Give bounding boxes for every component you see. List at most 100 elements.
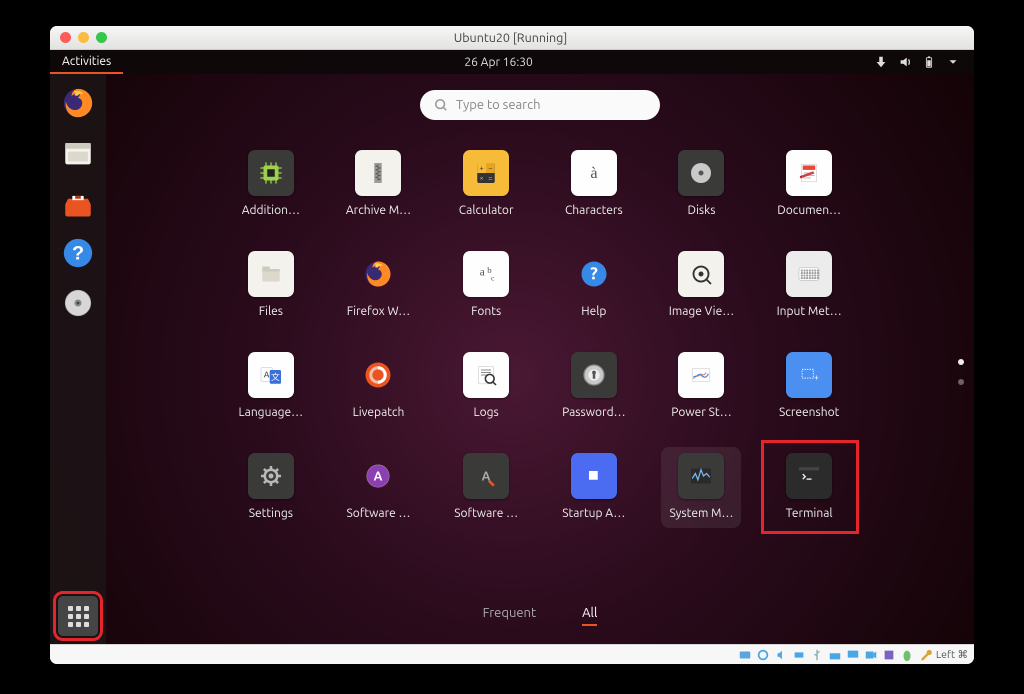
app-label: Archive M… (346, 204, 411, 217)
dock-help[interactable]: ? (57, 232, 99, 274)
app-icon (355, 150, 401, 196)
vb-mouse-icon[interactable] (900, 648, 914, 662)
app-software[interactable]: A Software … (338, 453, 418, 520)
app-language[interactable]: A文Language… (231, 352, 311, 419)
app-label: Characters (565, 204, 623, 217)
svg-text:+: + (814, 372, 819, 382)
app-icon (248, 150, 294, 196)
app-label: Screenshot (779, 406, 839, 419)
application-grid: Addition… Archive M… +−×=Calculator àCharac… (230, 150, 850, 520)
vb-key-icon[interactable] (918, 648, 932, 662)
app-password[interactable]: Password… (554, 352, 634, 419)
battery-icon (922, 55, 936, 69)
app-imagevie[interactable]: Image Vie… (661, 251, 741, 318)
app-settings[interactable]: Settings (231, 453, 311, 520)
app-label: Input Met… (777, 305, 842, 318)
svg-text:+: + (480, 165, 484, 173)
svg-text:?: ? (72, 242, 84, 264)
vb-usb-icon[interactable] (810, 648, 824, 662)
gnome-topbar: Activities 26 Apr 16:30 (50, 50, 974, 74)
app-label: Startup A… (562, 507, 625, 520)
app-icon: A (463, 453, 509, 499)
app-label: Software … (454, 507, 518, 520)
page-indicator[interactable] (958, 359, 964, 385)
dock-firefox[interactable] (57, 82, 99, 124)
vb-record-icon[interactable] (864, 648, 878, 662)
page-dot-1[interactable] (958, 359, 964, 365)
app-label: Disks (688, 204, 716, 217)
vb-proc-icon[interactable] (882, 648, 896, 662)
status-area[interactable] (874, 55, 974, 69)
app-icon (786, 150, 832, 196)
app-screenshot[interactable]: + Screenshot (769, 352, 849, 419)
app-help[interactable]: ?Help (554, 251, 634, 318)
app-startupa[interactable]: Startup A… (554, 453, 634, 520)
volume-icon (898, 55, 912, 69)
app-files[interactable]: Files (231, 251, 311, 318)
app-icon (678, 453, 724, 499)
app-label: Image Vie… (669, 305, 734, 318)
show-applications-button[interactable] (58, 596, 98, 636)
app-disks[interactable]: Disks (661, 150, 741, 217)
app-icon: ? (571, 251, 617, 297)
dock-software[interactable] (57, 182, 99, 224)
app-icon (248, 453, 294, 499)
guest-screen: Activities 26 Apr 16:30 ? (50, 50, 974, 644)
app-firefoxw[interactable]: Firefox W… (338, 251, 418, 318)
app-label: Fonts (471, 305, 501, 318)
app-livepatch[interactable]: Livepatch (338, 352, 418, 419)
tab-frequent[interactable]: Frequent (483, 606, 536, 626)
app-powerst[interactable]: Power St… (661, 352, 741, 419)
dock-files[interactable] (57, 132, 99, 174)
window-maximize-button[interactable] (96, 32, 107, 43)
activities-button[interactable]: Activities (50, 50, 123, 74)
app-label: System M… (670, 507, 734, 520)
dock-disc[interactable] (57, 282, 99, 324)
app-icon: A (355, 453, 401, 499)
traffic-lights (50, 32, 107, 43)
app-label: Livepatch (353, 406, 405, 419)
app-icon (355, 352, 401, 398)
app-label: Firefox W… (347, 305, 410, 318)
svg-text:c: c (491, 273, 495, 282)
search-placeholder: Type to search (456, 98, 541, 112)
app-logs[interactable]: Logs (446, 352, 526, 419)
vb-hdd-icon[interactable] (738, 648, 752, 662)
app-terminal[interactable]: Terminal (769, 453, 849, 520)
app-characters[interactable]: àCharacters (554, 150, 634, 217)
vb-optical-icon[interactable] (756, 648, 770, 662)
window-titlebar[interactable]: Ubuntu20 [Running] (50, 26, 974, 50)
window-minimize-button[interactable] (78, 32, 89, 43)
app-label: Documen… (777, 204, 841, 217)
app-label: Addition… (242, 204, 300, 217)
app-label: Logs (474, 406, 499, 419)
app-calculator[interactable]: +−×=Calculator (446, 150, 526, 217)
svg-text:A: A (264, 370, 270, 380)
dock: ? (50, 74, 106, 644)
app-icon (678, 251, 724, 297)
page-dot-2[interactable] (958, 379, 964, 385)
app-software[interactable]: A Software … (446, 453, 526, 520)
app-label: Software … (347, 507, 411, 520)
clock-label[interactable]: 26 Apr 16:30 (123, 56, 874, 69)
vb-network-icon[interactable] (792, 648, 806, 662)
window-close-button[interactable] (60, 32, 71, 43)
vb-shared-icon[interactable] (828, 648, 842, 662)
app-icon (463, 352, 509, 398)
app-addition[interactable]: Addition… (231, 150, 311, 217)
hostkey-label: Left ⌘ (936, 648, 968, 661)
app-label: Settings (249, 507, 293, 520)
svg-text:−: − (488, 165, 492, 173)
app-icon (248, 251, 294, 297)
vb-display-icon[interactable] (846, 648, 860, 662)
app-systemm[interactable]: System M… (661, 447, 741, 528)
app-icon: abc (463, 251, 509, 297)
tab-all[interactable]: All (582, 606, 597, 626)
app-inputmet[interactable]: Input Met… (769, 251, 849, 318)
app-documen[interactable]: Documen… (769, 150, 849, 217)
search-input[interactable]: Type to search (420, 90, 660, 120)
vb-audio-icon[interactable] (774, 648, 788, 662)
app-fonts[interactable]: abc Fonts (446, 251, 526, 318)
chevron-down-icon (946, 55, 960, 69)
app-archivem[interactable]: Archive M… (338, 150, 418, 217)
